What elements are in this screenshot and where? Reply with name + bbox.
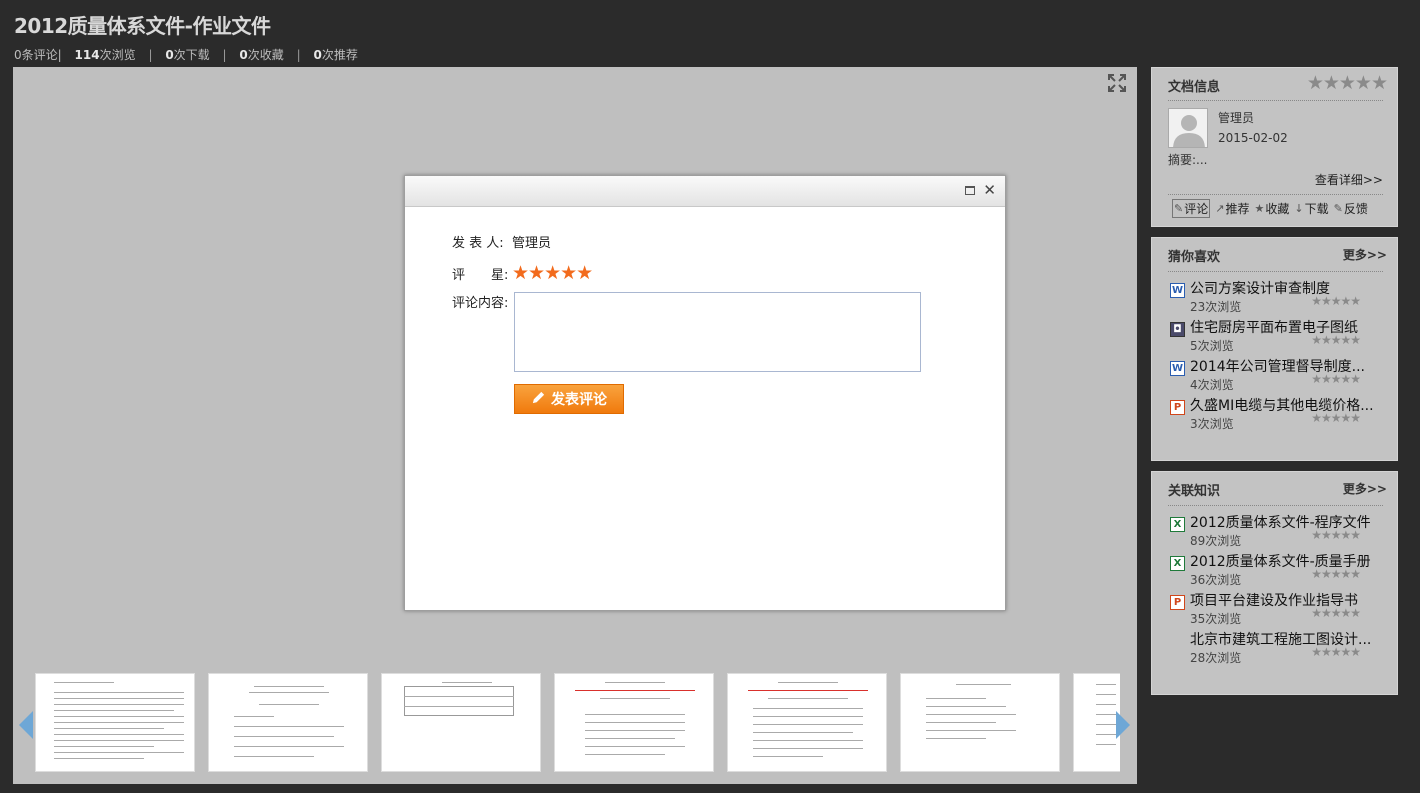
favorites-count: 0 [239,48,248,62]
downloads-count: 0 [165,48,174,62]
comments-label: 条评论 [21,48,58,62]
stats-separator: | [148,48,153,62]
excel-file-icon: X [1170,556,1185,571]
summary: 摘要:... [1168,153,1208,167]
item-views: 3次浏览 [1190,417,1234,431]
recommends-count: 0 [313,48,322,62]
document-rating-stars: ★★★★★ [1306,72,1388,94]
dialog-titlebar: ✕ [405,176,1005,207]
list-item[interactable]: X 2012质量体系文件-程序文件 89次浏览 ★★★★★ [1168,512,1388,551]
page-thumbnail[interactable] [554,673,714,772]
list-item[interactable]: W 公司方案设计审查制度 23次浏览 ★★★★★ [1168,278,1388,317]
related-more-link[interactable]: 更多>> [1343,480,1387,497]
stats-separator: | [296,48,301,62]
stats-separator: | [222,48,227,62]
item-rating-stars: ★★★★★ [1311,372,1361,386]
item-rating-stars: ★★★★★ [1311,411,1361,425]
thumbnail-strip [35,673,1120,772]
share-icon: ↗ [1215,202,1225,215]
avatar [1168,108,1208,148]
favorites-label: 次收藏 [247,48,284,62]
item-rating-stars: ★★★★★ [1311,606,1361,620]
expand-icon[interactable] [1107,73,1127,93]
rating-stars-input[interactable]: ★★★★★ [512,262,593,284]
maximize-icon[interactable] [965,186,975,195]
item-views: 36次浏览 [1190,573,1242,587]
document-info-panel: 文档信息 ★★★★★ 管理员 2015-02-02 摘要:... 查看详细>> … [1151,67,1398,227]
list-item[interactable]: P 久盛MI电缆与其他电缆价格... 3次浏览 ★★★★★ [1168,395,1388,434]
guess-like-more-link[interactable]: 更多>> [1343,246,1387,263]
comment-action[interactable]: ✎ 评论 [1172,199,1211,218]
ppt-file-icon: P [1170,595,1185,610]
downloads-label: 次下载 [173,48,210,62]
content-label: 评论内容: [452,296,509,311]
item-rating-stars: ★★★★★ [1311,567,1361,581]
item-rating-stars: ★★★★★ [1311,294,1361,308]
item-views: 89次浏览 [1190,534,1242,548]
guess-like-title: 猜你喜欢 [1168,250,1221,265]
thumbnail-next-icon[interactable] [1116,711,1130,739]
views-label: 次浏览 [99,48,136,62]
rating-label: 评 星: [452,268,509,283]
excel-file-icon: X [1170,517,1185,532]
download-action[interactable]: ↓ 下载 [1294,199,1328,218]
feedback-action[interactable]: ✎ 反馈 [1334,199,1368,218]
item-views: 23次浏览 [1190,300,1242,314]
comment-textarea[interactable] [514,292,921,372]
favorite-action[interactable]: ★ 收藏 [1254,199,1289,218]
word-file-icon: W [1170,361,1185,376]
doc-actions: ✎ 评论 ↗ 推荐 ★ 收藏 ↓ 下载 ✎ 反馈 [1172,199,1368,218]
author-value: 管理员 [512,236,552,251]
thumbnail-prev-icon[interactable] [19,711,33,739]
star-icon: ★ [1254,202,1265,215]
list-item[interactable]: ◘ 住宅厨房平面布置电子图纸 5次浏览 ★★★★★ [1168,317,1388,356]
document-title: 2012质量体系文件-作业文件 [14,14,271,38]
comment-dialog: ✕ 发 表 人: 管理员 评 星: ★★★★★ 评论内容: 发表评论 [404,175,1006,611]
author-row: 发 表 人: 管理员 [452,232,551,251]
recommends-label: 次推荐 [321,48,358,62]
publish-date: 2015-02-02 [1218,131,1288,145]
page-thumbnail[interactable] [381,673,541,772]
item-views: 28次浏览 [1190,651,1242,665]
comments-count: 0 [14,48,22,62]
pencil-icon [531,390,546,409]
page-thumbnail[interactable] [208,673,368,772]
list-item[interactable]: W 2014年公司管理督导制度... 4次浏览 ★★★★★ [1168,356,1388,395]
guess-you-like-panel: 猜你喜欢 更多>> W 公司方案设计审查制度 23次浏览 ★★★★★ ◘ 住宅厨… [1151,237,1398,461]
doc-info-title: 文档信息 [1168,80,1221,95]
author-label: 发 表 人: [452,236,504,251]
recommend-action[interactable]: ↗ 推荐 [1215,199,1249,218]
submit-comment-button[interactable]: 发表评论 [514,384,624,414]
document-stats: 0条评论| 114次浏览 | 0次下载 | 0次收藏 | 0次推荐 [14,46,358,63]
page-thumbnail[interactable] [900,673,1060,772]
item-views: 5次浏览 [1190,339,1234,353]
page-thumbnail[interactable] [35,673,195,772]
close-icon[interactable]: ✕ [983,181,996,199]
cad-file-icon: ◘ [1170,322,1185,337]
list-item[interactable]: X 2012质量体系文件-质量手册 36次浏览 ★★★★★ [1168,551,1388,590]
submit-label: 发表评论 [551,392,607,408]
item-views: 35次浏览 [1190,612,1242,626]
view-details-link[interactable]: 查看详细>> [1315,171,1383,188]
related-title: 关联知识 [1168,484,1221,499]
rating-row: 评 星: ★★★★★ [452,262,593,284]
ppt-file-icon: P [1170,400,1185,415]
item-rating-stars: ★★★★★ [1311,645,1361,659]
download-icon: ↓ [1294,202,1304,215]
related-knowledge-panel: 关联知识 更多>> X 2012质量体系文件-程序文件 89次浏览 ★★★★★ … [1151,471,1398,695]
item-rating-stars: ★★★★★ [1311,528,1361,542]
page-thumbnail[interactable] [1073,673,1120,772]
feedback-icon: ✎ [1333,202,1343,215]
word-file-icon: W [1170,283,1185,298]
views-count: 114 [74,48,100,62]
item-rating-stars: ★★★★★ [1311,333,1361,347]
author-name[interactable]: 管理员 [1218,109,1254,126]
list-item[interactable]: 北京市建筑工程施工图设计... 28次浏览 ★★★★★ [1168,629,1388,668]
page-thumbnail[interactable] [727,673,887,772]
list-item[interactable]: P 项目平台建设及作业指导书 35次浏览 ★★★★★ [1168,590,1388,629]
item-views: 4次浏览 [1190,378,1234,392]
stats-separator: | [57,48,62,62]
comment-icon: ✎ [1174,202,1184,215]
